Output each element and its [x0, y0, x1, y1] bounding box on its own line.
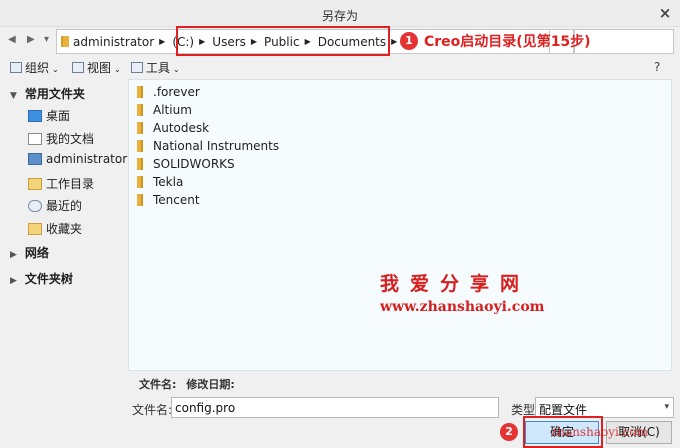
step-badge-1: 1 [400, 32, 418, 50]
folder-icon [61, 36, 69, 47]
folder-icon [137, 122, 143, 134]
tools-icon [131, 62, 143, 73]
organize-menu[interactable]: 组织 ⌄ [10, 59, 59, 76]
file-name: Tencent [153, 193, 200, 207]
working-dir-icon [28, 177, 42, 190]
list-item[interactable]: .forever [137, 85, 200, 99]
tools-label: 工具 [146, 61, 171, 75]
breadcrumb-separator-icon[interactable]: ▶ [391, 37, 397, 46]
file-name: SOLIDWORKS [153, 157, 235, 171]
view-label: 视图 [87, 61, 112, 75]
sidebar-item-recent[interactable]: 最近的 [28, 197, 82, 214]
file-name: .forever [153, 85, 200, 99]
folder-icon [137, 194, 143, 206]
organize-label: 组织 [25, 61, 50, 75]
sidebar-item-administrator[interactable]: administrator [28, 152, 127, 166]
folder-icon [137, 158, 143, 170]
folder-icon [137, 86, 143, 98]
computer-icon [28, 153, 42, 165]
file-name: Altium [153, 103, 192, 117]
breadcrumb-separator-icon[interactable]: ▶ [159, 37, 165, 46]
chevron-down-icon: ▾ [664, 402, 669, 412]
collapsed-icon: ▶ [10, 250, 17, 260]
sidebar-group-label: 常用文件夹 [24, 87, 85, 101]
chevron-down-icon: ⌄ [173, 65, 180, 74]
list-item[interactable]: National Instruments [137, 139, 279, 153]
history-dropdown-icon[interactable]: ▾ [44, 34, 49, 45]
sidebar-group-folder-tree[interactable]: ▶ 文件夹树 [10, 270, 73, 287]
file-list[interactable]: .forever Altium Autodesk National Instru… [128, 79, 672, 371]
expanded-icon: ▼ [10, 91, 17, 101]
sidebar-item-label: 我的文档 [46, 132, 95, 146]
file-name: Tekla [153, 175, 184, 189]
breadcrumb-administrator[interactable]: administrator [73, 35, 154, 49]
sidebar-item-label: 桌面 [46, 109, 71, 123]
details-row: 文件名: 修改日期: [139, 376, 245, 392]
sidebar-item-my-documents[interactable]: 我的文档 [28, 130, 94, 147]
folder-icon [137, 104, 143, 116]
watermark-url-overlay: zhanshaoyi.com [551, 425, 648, 439]
list-item[interactable]: Tekla [137, 175, 183, 189]
sidebar-group-favorites[interactable]: ▼ 常用文件夹 [10, 85, 85, 102]
back-icon[interactable]: ◀ [8, 34, 16, 45]
help-icon[interactable]: ? [654, 60, 660, 74]
sidebar-group-network[interactable]: ▶ 网络 [10, 244, 49, 261]
sidebar-item-label: 最近的 [46, 199, 83, 213]
documents-icon [28, 132, 42, 145]
folder-icon [137, 140, 143, 152]
file-name: National Instruments [153, 139, 280, 153]
chevron-down-icon: ⌄ [52, 65, 59, 74]
list-item[interactable]: SOLIDWORKS [137, 157, 235, 171]
tools-menu[interactable]: 工具 ⌄ [131, 59, 180, 76]
sidebar-item-label: 收藏夹 [46, 222, 83, 236]
annotation-text-step1: Creo启动目录(见第15步) [424, 34, 591, 50]
sidebar-item-favorites[interactable]: 收藏夹 [28, 220, 82, 237]
view-menu[interactable]: 视图 ⌄ [72, 59, 121, 76]
chevron-down-icon: ⌄ [114, 65, 121, 74]
watermark-url: www.zhanshaoyi.com [380, 299, 545, 315]
list-item[interactable]: Altium [137, 103, 192, 117]
file-name: Autodesk [153, 121, 210, 135]
sidebar-group-label: 文件夹树 [24, 272, 73, 286]
dialog-title: 另存为 [321, 9, 358, 23]
list-item[interactable]: Tencent [137, 193, 200, 207]
desktop-icon [28, 109, 42, 122]
collapsed-icon: ▶ [10, 276, 17, 286]
details-modified-header: 修改日期: [186, 378, 235, 391]
title-bar: 另存为 × [0, 0, 680, 27]
sidebar-item-working-dir[interactable]: 工作目录 [28, 175, 94, 192]
list-item[interactable]: Autodesk [137, 121, 209, 135]
favorites-icon [28, 222, 42, 235]
filename-input[interactable] [171, 397, 499, 418]
sidebar-item-label: administrator [46, 152, 128, 166]
file-type-select[interactable]: 配置文件 ▾ [535, 397, 674, 418]
scrollbar[interactable] [672, 79, 680, 371]
annotation-box-path [176, 26, 390, 56]
folder-icon [137, 176, 143, 188]
recent-icon [28, 199, 42, 212]
sidebar-item-desktop[interactable]: 桌面 [28, 107, 70, 124]
details-filename-header: 文件名: [139, 378, 177, 391]
toolbar: 组织 ⌄ 视图 ⌄ 工具 ⌄ ? [0, 56, 680, 78]
sidebar-group-label: 网络 [24, 246, 49, 260]
sidebar-item-label: 工作目录 [46, 177, 95, 191]
step-badge-2: 2 [500, 423, 518, 441]
organize-icon [10, 62, 22, 73]
watermark-title: 我爱分享网 [380, 273, 531, 295]
forward-icon[interactable]: ▶ [27, 34, 35, 45]
close-icon[interactable]: × [657, 5, 673, 21]
sidebar: ▼ 常用文件夹 桌面 我的文档 administrator 工作目录 最近的 收藏… [0, 79, 127, 369]
filename-label: 文件名: [132, 403, 173, 417]
view-icon [72, 62, 84, 73]
